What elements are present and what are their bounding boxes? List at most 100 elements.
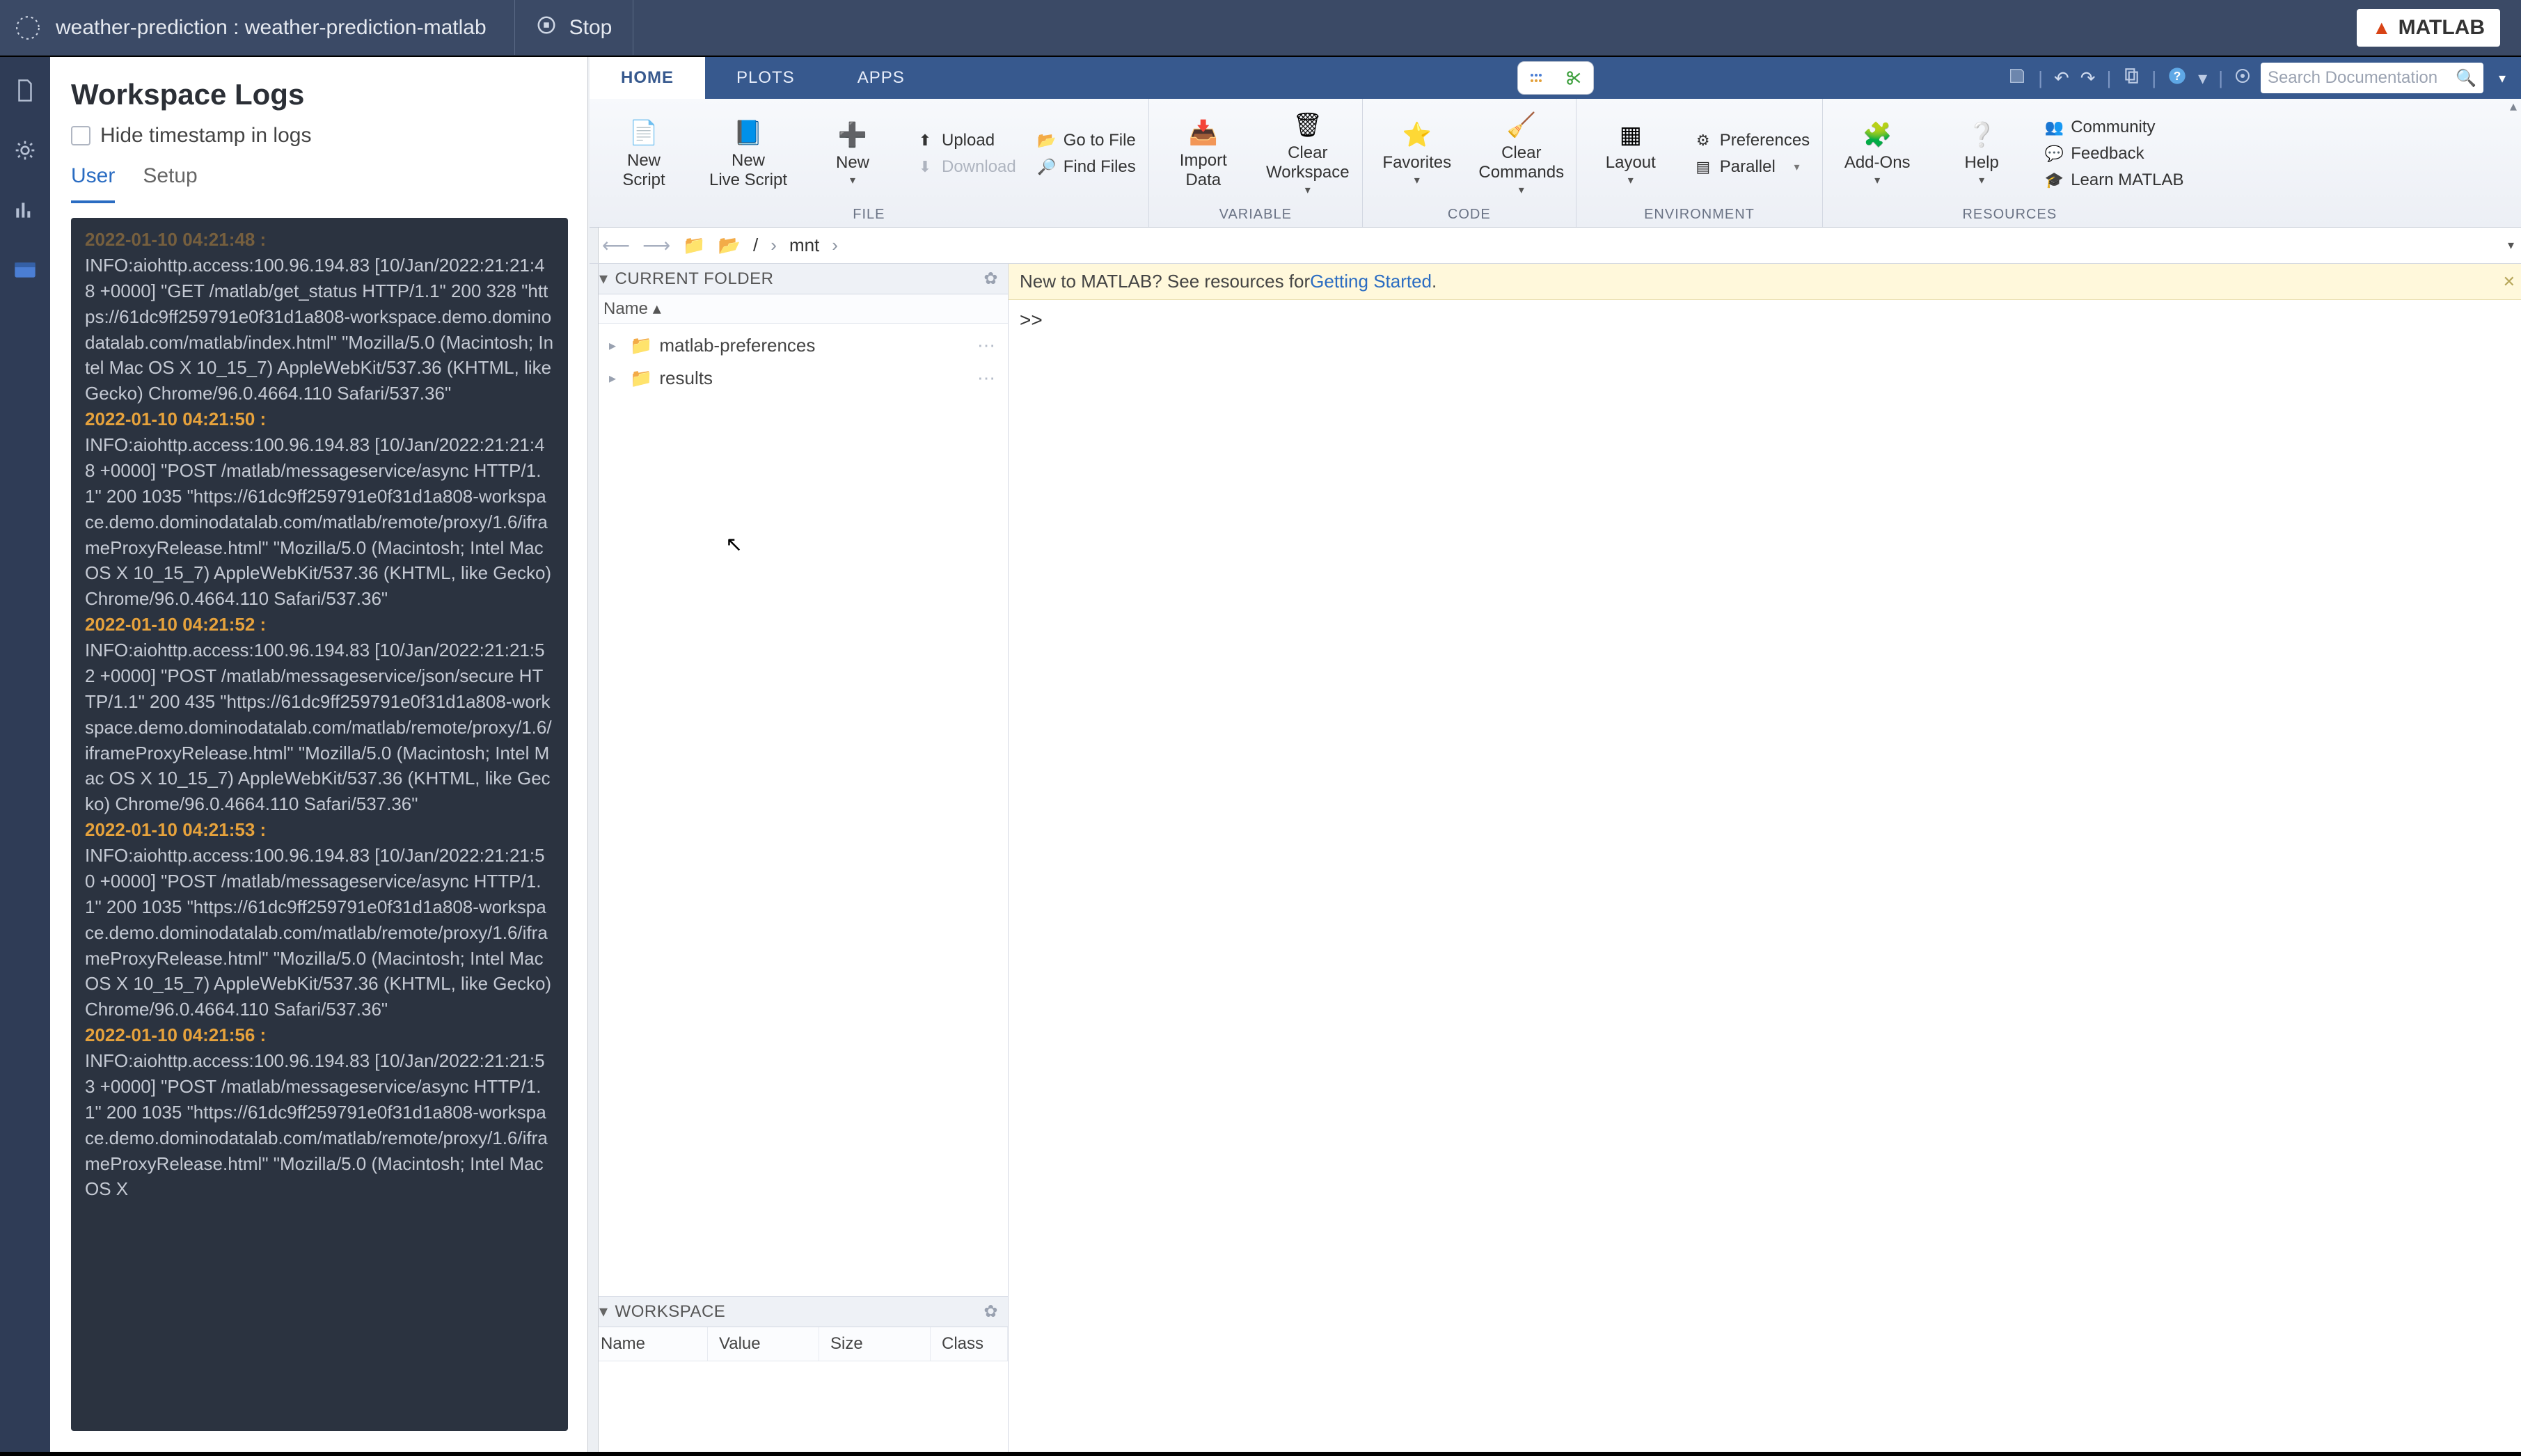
import-data-button[interactable]: 📥 Import Data <box>1162 118 1245 189</box>
quick-access-toolbar: | ↶ ↷ | | ? ▾ | <box>2007 66 2251 90</box>
chevron-down-icon: ▾ <box>1414 173 1420 187</box>
tab-home[interactable]: HOME <box>590 57 705 99</box>
new-dropdown-button[interactable]: ➕ New ▾ <box>811 120 894 188</box>
address-bar[interactable]: ⟵ ⟶ 📁 📂 / › mnt › ▾ <box>590 228 2521 264</box>
goto-file-button[interactable]: 📂Go to File <box>1037 131 1136 150</box>
log-tab-setup[interactable]: Setup <box>143 155 197 203</box>
tree-column-header[interactable]: Name ▴ <box>590 294 1008 324</box>
learn-icon: 🎓 <box>2044 171 2064 190</box>
redo-icon[interactable]: ↷ <box>2080 68 2096 89</box>
undo-icon[interactable]: ↶ <box>2054 68 2069 89</box>
panel-menu-icon[interactable]: ✿ <box>983 269 998 289</box>
sort-asc-icon: ▴ <box>653 299 661 319</box>
favorites-icon: ⭐ <box>1402 120 1432 150</box>
scissors-icon <box>1565 69 1583 87</box>
svg-text:?: ? <box>2174 68 2181 82</box>
addons-button[interactable]: 🧩 Add-Ons ▾ <box>1835 120 1919 188</box>
tab-apps[interactable]: APPS <box>826 57 936 99</box>
new-script-button[interactable]: 📄 New Script <box>602 118 686 189</box>
expand-caret-icon[interactable]: ▸ <box>609 337 623 354</box>
clear-commands-button[interactable]: 🧹 Clear Commands ▾ <box>1480 110 1563 197</box>
chevron-down-icon: ▾ <box>1874 173 1880 187</box>
help-icon[interactable]: ? <box>2167 66 2187 90</box>
left-column: ▾ CURRENT FOLDER ✿ Name ▴ ▸ 📁 matlab-pre… <box>590 264 1009 1452</box>
ide-body: ▾ CURRENT FOLDER ✿ Name ▴ ▸ 📁 matlab-pre… <box>590 264 2521 1452</box>
clear-commands-icon: 🧹 <box>1506 110 1537 141</box>
command-window-area: New to MATLAB? See resources for Getting… <box>1009 264 2521 1452</box>
parallel-icon: ▤ <box>1693 157 1713 177</box>
addrbar-dropdown-icon[interactable]: ▾ <box>2508 238 2514 253</box>
left-icon-rail <box>0 57 50 1452</box>
log-output[interactable]: 2022-01-10 04:21:48 : INFO:aiohttp.acces… <box>71 218 568 1431</box>
folder-up-icon[interactable]: 📁 <box>683 235 705 256</box>
tab-plots[interactable]: PLOTS <box>705 57 826 99</box>
getting-started-link[interactable]: Getting Started <box>1310 271 1432 292</box>
ts-group-file: 📄 New Script 📘 New Live Script ➕ New ▾ ⬆… <box>590 99 1149 227</box>
titlebar: weather-prediction : weather-prediction-… <box>0 0 2521 56</box>
current-folder-header[interactable]: ▾ CURRENT FOLDER ✿ <box>590 264 1008 294</box>
layout-button[interactable]: ▦ Layout ▾ <box>1589 120 1673 188</box>
folder-icon: 📁 <box>630 367 652 389</box>
chevron-right-icon: › <box>832 235 838 256</box>
shortcuts-switch[interactable] <box>1517 61 1594 95</box>
community-button[interactable]: 👥Community <box>2044 118 2183 137</box>
collapse-triangle-icon: ▾ <box>599 1301 608 1322</box>
ts-group-environment: ▦ Layout ▾ ⚙Preferences ▤Parallel ▾ ENVI… <box>1576 99 1823 227</box>
import-data-icon: 📥 <box>1188 118 1219 148</box>
tree-row[interactable]: ▸ 📁 results ⋯ <box>590 362 1008 395</box>
clear-workspace-button[interactable]: 🗑 Clear Workspace ▾ <box>1266 110 1350 197</box>
row-menu-icon[interactable]: ⋯ <box>977 335 997 356</box>
file-icon[interactable] <box>13 78 38 103</box>
panel-menu-icon[interactable]: ✿ <box>983 1301 998 1322</box>
new-plus-icon: ➕ <box>837 120 868 150</box>
chevron-down-icon: ▾ <box>1628 173 1634 187</box>
chevron-down-icon: ▾ <box>1979 173 1984 187</box>
save-icon[interactable] <box>2007 66 2027 90</box>
collapse-handle-icon[interactable]: ▴ <box>2510 97 2517 115</box>
logs-title: Workspace Logs <box>71 78 568 111</box>
copy-icon[interactable] <box>2122 67 2140 90</box>
favorites-button[interactable]: ⭐ Favorites ▾ <box>1375 120 1459 188</box>
command-window[interactable]: >> <box>1009 300 2521 1452</box>
help-dropdown-icon[interactable]: ▾ <box>2198 68 2207 89</box>
workspace-columns[interactable]: Name Value Size Class <box>590 1327 1008 1361</box>
close-banner-icon[interactable]: ✕ <box>2503 273 2515 291</box>
ide-ribbon-tabs: HOME PLOTS APPS | ↶ ↷ | | ? ▾ | <box>590 57 2521 99</box>
main-content: Workspace Logs Hide timestamp in logs Us… <box>0 56 2521 1456</box>
mouse-cursor-icon: ↖ <box>725 532 743 557</box>
file-tree[interactable]: ▸ 📁 matlab-preferences ⋯ ▸ 📁 results ⋯ ↖ <box>590 324 1008 1296</box>
new-script-icon: 📄 <box>629 118 659 148</box>
gear-icon: ⚙ <box>1693 131 1713 150</box>
learn-matlab-button[interactable]: 🎓Learn MATLAB <box>2044 171 2183 190</box>
hide-timestamp-toggle[interactable]: Hide timestamp in logs <box>71 124 568 148</box>
new-live-script-button[interactable]: 📘 New Live Script <box>706 118 790 189</box>
log-tab-user[interactable]: User <box>71 155 115 203</box>
search-docs-input[interactable]: Search Documentation 🔍 <box>2261 63 2483 93</box>
sync-icon[interactable] <box>2234 68 2251 89</box>
breadcrumb-root[interactable]: / <box>753 235 758 256</box>
find-files-button[interactable]: 🔎Find Files <box>1037 157 1136 177</box>
stop-button[interactable]: Stop <box>515 0 634 55</box>
matlab-badge[interactable]: ▲ MATLAB <box>2357 9 2500 47</box>
upload-button[interactable]: ⬆Upload <box>915 131 1016 150</box>
help-button[interactable]: ❔ Help ▾ <box>1940 120 2023 188</box>
terminal-icon[interactable] <box>13 258 38 283</box>
expand-caret-icon[interactable]: ▸ <box>609 370 623 387</box>
tree-item-label: results <box>659 367 713 389</box>
minimize-ribbon-icon[interactable]: ▾ <box>2493 70 2511 87</box>
row-menu-icon[interactable]: ⋯ <box>977 367 997 389</box>
nav-fwd-icon[interactable]: ⟶ <box>642 234 670 257</box>
breadcrumb-seg[interactable]: mnt <box>789 235 819 256</box>
preferences-button[interactable]: ⚙Preferences <box>1693 131 1810 150</box>
ts-group-code: ⭐ Favorites ▾ 🧹 Clear Commands ▾ CODE <box>1363 99 1576 227</box>
gear-icon[interactable] <box>13 138 38 163</box>
parallel-button[interactable]: ▤Parallel ▾ <box>1693 157 1810 177</box>
workspace-header[interactable]: ▾ WORKSPACE ✿ <box>590 1297 1008 1327</box>
bar-chart-icon[interactable] <box>13 198 38 223</box>
nav-back-icon[interactable]: ⟵ <box>602 234 630 257</box>
tree-row[interactable]: ▸ 📁 matlab-preferences ⋯ <box>590 329 1008 362</box>
feedback-button[interactable]: 💬Feedback <box>2044 144 2183 164</box>
checkbox-icon <box>71 126 90 145</box>
matlab-ide: HOME PLOTS APPS | ↶ ↷ | | ? ▾ | <box>590 57 2521 1452</box>
folder-open-icon[interactable]: 📂 <box>718 235 741 256</box>
